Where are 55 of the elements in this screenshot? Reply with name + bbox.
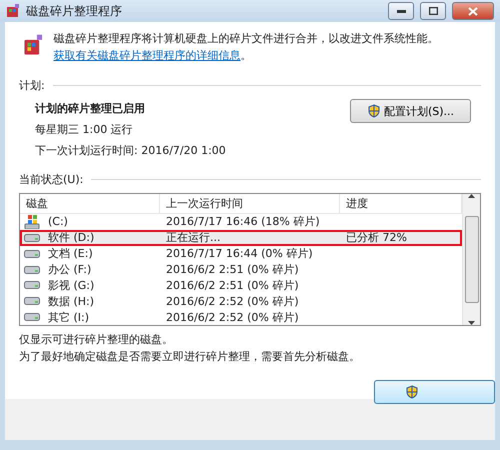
last-run-cell-text: 2016/6/2 2:51 (0% 碎片): [165, 278, 300, 293]
details-link[interactable]: 获取有关磁盘碎片整理程序的详细信息: [54, 47, 241, 64]
disk-row[interactable]: (C:) 2016/7/17 16:46 (18% 碎片): [20, 214, 462, 230]
disk-name: 数据 (H:): [47, 294, 94, 309]
disk-row[interactable]: 办公 (F:) 2016/6/2 2:51 (0% 碎片): [20, 262, 462, 278]
section-heading: 计划:: [19, 78, 45, 93]
shield-icon: [366, 104, 381, 118]
minimize-button[interactable]: [388, 2, 414, 20]
configure-schedule-button[interactable]: 配置计划(S)...: [350, 99, 471, 123]
last-run-cell-text: 正在运行...: [165, 230, 222, 246]
analyze-button[interactable]: [374, 380, 495, 404]
disk-name: 办公 (F:): [47, 262, 92, 277]
scroll-up-icon[interactable]: [468, 194, 475, 198]
schedule-frequency: 每星期三 1:00 运行: [35, 122, 134, 137]
last-run-cell-text: 2016/7/17 16:44 (0% 碎片): [165, 246, 314, 262]
defrag-icon: [6, 4, 20, 18]
disk-row[interactable]: 数据 (H:) 2016/6/2 2:52 (0% 碎片): [20, 293, 462, 310]
disk-name: 文档 (E:): [47, 246, 93, 262]
close-icon: [468, 6, 478, 16]
column-header[interactable]: 上一次运行时间: [160, 194, 340, 213]
scroll-down-icon[interactable]: [468, 321, 475, 325]
shield-icon: [405, 385, 419, 399]
progress-cell-text: 已分析 72%: [345, 230, 408, 246]
disk-row[interactable]: 文档 (E:) 2016/7/17 16:44 (0% 碎片): [20, 246, 462, 262]
drive-icon: [24, 281, 40, 290]
drive-icon: [24, 250, 40, 258]
windows-drive-icon: [24, 214, 40, 229]
last-run-cell-text: 2016/7/17 16:46 (18% 碎片): [165, 214, 321, 230]
next-run-text: 下一次计划运行时间: 2016/7/20 1:00: [35, 143, 226, 158]
intro-text: 磁盘碎片整理程序将计算机硬盘上的碎片文件进行合并，以改进文件系统性能。 获取有关磁盘碎片整理程序的详细信息。: [54, 31, 440, 64]
disk-name: 软件 (D:): [47, 230, 94, 246]
minimize-icon: [396, 10, 406, 12]
last-run-cell-text: 2016/6/2 2:52 (0% 碎片): [165, 294, 300, 309]
note-text: 为了最好地确定磁盘是否需要立即进行碎片整理，需要首先分析磁盘。: [19, 349, 361, 364]
scrollbar[interactable]: [462, 194, 480, 325]
disk-row[interactable]: 软件 (D:) 正在运行... 已分析 72%: [20, 230, 462, 246]
maximize-icon: [428, 7, 438, 15]
close-button[interactable]: [452, 2, 494, 20]
maximize-button[interactable]: [420, 2, 446, 20]
drive-icon: [24, 234, 40, 242]
last-run-cell-text: 2016/6/2 2:51 (0% 碎片): [165, 262, 300, 277]
drive-icon: [24, 313, 40, 322]
window-title: 磁盘碎片整理程序: [26, 2, 123, 20]
disk-name: (C:): [47, 215, 68, 228]
disk-row[interactable]: 其它 (I:) 2016/6/2 2:52 (0% 碎片): [20, 309, 462, 326]
note-text: 仅显示可进行碎片整理的磁盘。: [19, 332, 174, 347]
last-run-cell-text: 2016/6/2 2:52 (0% 碎片): [165, 310, 300, 325]
section-heading: 当前状态(U):: [19, 172, 84, 187]
column-header[interactable]: 磁盘: [20, 194, 160, 213]
drive-icon: [24, 266, 40, 274]
schedule-status: 计划的碎片整理已启用: [35, 101, 146, 116]
disk-row[interactable]: 影视 (G:) 2016/6/2 2:51 (0% 碎片): [20, 277, 462, 294]
disk-name: 其它 (I:): [47, 310, 90, 325]
drive-icon: [24, 297, 40, 306]
disk-name: 影视 (G:): [47, 278, 94, 293]
